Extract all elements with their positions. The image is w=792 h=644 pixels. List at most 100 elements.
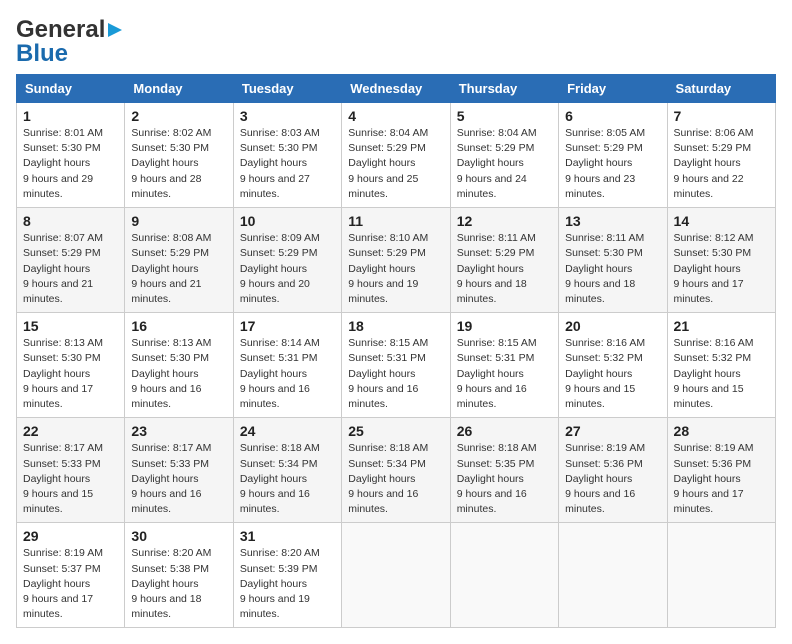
- day-info: Sunrise: 8:04 AMSunset: 5:29 PMDaylight …: [457, 126, 552, 202]
- day-info: Sunrise: 8:20 AMSunset: 5:38 PMDaylight …: [131, 546, 226, 622]
- day-info: Sunrise: 8:19 AMSunset: 5:36 PMDaylight …: [565, 441, 660, 517]
- day-number: 7: [674, 108, 769, 124]
- calendar-cell: 22 Sunrise: 8:17 AMSunset: 5:33 PMDayligh…: [17, 418, 125, 523]
- logo-blue-text: Blue: [16, 40, 68, 68]
- day-info: Sunrise: 8:07 AMSunset: 5:29 PMDaylight …: [23, 231, 118, 307]
- calendar-cell: 15 Sunrise: 8:13 AMSunset: 5:30 PMDayligh…: [17, 313, 125, 418]
- day-info: Sunrise: 8:02 AMSunset: 5:30 PMDaylight …: [131, 126, 226, 202]
- calendar-week-row: 29Sunrise: 8:19 AMSunset: 5:37 PMDayligh…: [17, 523, 776, 628]
- calendar-cell: 1 Sunrise: 8:01 AMSunset: 5:30 PMDaylight…: [17, 103, 125, 208]
- calendar-cell: 23 Sunrise: 8:17 AMSunset: 5:33 PMDayligh…: [125, 418, 233, 523]
- day-number: 31: [240, 528, 335, 544]
- calendar-week-row: 1 Sunrise: 8:01 AMSunset: 5:30 PMDaylight…: [17, 103, 776, 208]
- calendar-week-row: 15 Sunrise: 8:13 AMSunset: 5:30 PMDayligh…: [17, 313, 776, 418]
- calendar-cell: 26 Sunrise: 8:18 AMSunset: 5:35 PMDayligh…: [450, 418, 558, 523]
- weekday-header-monday: Monday: [125, 75, 233, 103]
- calendar-cell: 10Sunrise: 8:09 AMSunset: 5:29 PMDayligh…: [233, 208, 341, 313]
- day-info: Sunrise: 8:11 AMSunset: 5:30 PMDaylight …: [565, 231, 660, 307]
- day-info: Sunrise: 8:17 AMSunset: 5:33 PMDaylight …: [23, 441, 118, 517]
- calendar-cell: 16Sunrise: 8:13 AMSunset: 5:30 PMDayligh…: [125, 313, 233, 418]
- day-number: 18: [348, 318, 443, 334]
- day-number: 2: [131, 108, 226, 124]
- day-info: Sunrise: 8:18 AMSunset: 5:34 PMDaylight …: [348, 441, 443, 517]
- weekday-header-tuesday: Tuesday: [233, 75, 341, 103]
- calendar-cell: 13 Sunrise: 8:11 AMSunset: 5:30 PMDayligh…: [559, 208, 667, 313]
- weekday-header-thursday: Thursday: [450, 75, 558, 103]
- day-info: Sunrise: 8:13 AMSunset: 5:30 PMDaylight …: [131, 336, 226, 412]
- calendar-cell: 6 Sunrise: 8:05 AMSunset: 5:29 PMDaylight…: [559, 103, 667, 208]
- day-number: 22: [23, 423, 118, 439]
- day-number: 28: [674, 423, 769, 439]
- day-number: 26: [457, 423, 552, 439]
- calendar-cell: 30 Sunrise: 8:20 AMSunset: 5:38 PMDayligh…: [125, 523, 233, 628]
- day-number: 25: [348, 423, 443, 439]
- day-number: 13: [565, 213, 660, 229]
- weekday-header-saturday: Saturday: [667, 75, 775, 103]
- day-number: 11: [348, 213, 443, 229]
- day-info: Sunrise: 8:16 AMSunset: 5:32 PMDaylight …: [674, 336, 769, 412]
- calendar-cell: [450, 523, 558, 628]
- day-number: 1: [23, 108, 118, 124]
- day-info: Sunrise: 8:04 AMSunset: 5:29 PMDaylight …: [348, 126, 443, 202]
- calendar-cell: [667, 523, 775, 628]
- day-number: 3: [240, 108, 335, 124]
- day-info: Sunrise: 8:20 AMSunset: 5:39 PMDaylight …: [240, 546, 335, 622]
- calendar-week-row: 8 Sunrise: 8:07 AMSunset: 5:29 PMDaylight…: [17, 208, 776, 313]
- day-number: 30: [131, 528, 226, 544]
- day-number: 19: [457, 318, 552, 334]
- day-info: Sunrise: 8:18 AMSunset: 5:35 PMDaylight …: [457, 441, 552, 517]
- calendar-cell: 29Sunrise: 8:19 AMSunset: 5:37 PMDayligh…: [17, 523, 125, 628]
- calendar-cell: 7 Sunrise: 8:06 AMSunset: 5:29 PMDaylight…: [667, 103, 775, 208]
- day-info: Sunrise: 8:06 AMSunset: 5:29 PMDaylight …: [674, 126, 769, 202]
- calendar-cell: 9Sunrise: 8:08 AMSunset: 5:29 PMDaylight…: [125, 208, 233, 313]
- day-number: 15: [23, 318, 118, 334]
- day-number: 27: [565, 423, 660, 439]
- weekday-header-friday: Friday: [559, 75, 667, 103]
- day-info: Sunrise: 8:14 AMSunset: 5:31 PMDaylight …: [240, 336, 335, 412]
- day-number: 23: [131, 423, 226, 439]
- day-info: Sunrise: 8:05 AMSunset: 5:29 PMDaylight …: [565, 126, 660, 202]
- calendar-header-row: SundayMondayTuesdayWednesdayThursdayFrid…: [17, 75, 776, 103]
- day-info: Sunrise: 8:03 AMSunset: 5:30 PMDaylight …: [240, 126, 335, 202]
- calendar-week-row: 22 Sunrise: 8:17 AMSunset: 5:33 PMDayligh…: [17, 418, 776, 523]
- calendar-cell: 27 Sunrise: 8:19 AMSunset: 5:36 PMDayligh…: [559, 418, 667, 523]
- page-header: General Blue: [16, 16, 776, 68]
- day-info: Sunrise: 8:17 AMSunset: 5:33 PMDaylight …: [131, 441, 226, 517]
- calendar-cell: 17 Sunrise: 8:14 AMSunset: 5:31 PMDayligh…: [233, 313, 341, 418]
- calendar-cell: 28 Sunrise: 8:19 AMSunset: 5:36 PMDayligh…: [667, 418, 775, 523]
- calendar-cell: 8 Sunrise: 8:07 AMSunset: 5:29 PMDaylight…: [17, 208, 125, 313]
- calendar-cell: 12Sunrise: 8:11 AMSunset: 5:29 PMDayligh…: [450, 208, 558, 313]
- calendar-cell: 4Sunrise: 8:04 AMSunset: 5:29 PMDaylight…: [342, 103, 450, 208]
- calendar-table: SundayMondayTuesdayWednesdayThursdayFrid…: [16, 74, 776, 628]
- calendar-cell: 3 Sunrise: 8:03 AMSunset: 5:30 PMDaylight…: [233, 103, 341, 208]
- day-number: 20: [565, 318, 660, 334]
- day-info: Sunrise: 8:15 AMSunset: 5:31 PMDaylight …: [348, 336, 443, 412]
- calendar-cell: [559, 523, 667, 628]
- logo-arrow-icon: [106, 19, 128, 41]
- calendar-cell: 20 Sunrise: 8:16 AMSunset: 5:32 PMDayligh…: [559, 313, 667, 418]
- day-info: Sunrise: 8:12 AMSunset: 5:30 PMDaylight …: [674, 231, 769, 307]
- calendar-cell: 5 Sunrise: 8:04 AMSunset: 5:29 PMDaylight…: [450, 103, 558, 208]
- calendar-cell: 11Sunrise: 8:10 AMSunset: 5:29 PMDayligh…: [342, 208, 450, 313]
- logo: General Blue: [16, 16, 128, 68]
- day-info: Sunrise: 8:18 AMSunset: 5:34 PMDaylight …: [240, 441, 335, 517]
- day-info: Sunrise: 8:15 AMSunset: 5:31 PMDaylight …: [457, 336, 552, 412]
- day-info: Sunrise: 8:08 AMSunset: 5:29 PMDaylight …: [131, 231, 226, 307]
- weekday-header-wednesday: Wednesday: [342, 75, 450, 103]
- day-number: 17: [240, 318, 335, 334]
- day-info: Sunrise: 8:19 AMSunset: 5:37 PMDaylight …: [23, 546, 118, 622]
- day-info: Sunrise: 8:19 AMSunset: 5:36 PMDaylight …: [674, 441, 769, 517]
- day-info: Sunrise: 8:13 AMSunset: 5:30 PMDaylight …: [23, 336, 118, 412]
- day-info: Sunrise: 8:16 AMSunset: 5:32 PMDaylight …: [565, 336, 660, 412]
- calendar-cell: 18 Sunrise: 8:15 AMSunset: 5:31 PMDayligh…: [342, 313, 450, 418]
- day-number: 6: [565, 108, 660, 124]
- day-number: 5: [457, 108, 552, 124]
- day-info: Sunrise: 8:01 AMSunset: 5:30 PMDaylight …: [23, 126, 118, 202]
- calendar-cell: 21Sunrise: 8:16 AMSunset: 5:32 PMDayligh…: [667, 313, 775, 418]
- calendar-cell: 25 Sunrise: 8:18 AMSunset: 5:34 PMDayligh…: [342, 418, 450, 523]
- day-number: 8: [23, 213, 118, 229]
- day-number: 12: [457, 213, 552, 229]
- calendar-cell: 14Sunrise: 8:12 AMSunset: 5:30 PMDayligh…: [667, 208, 775, 313]
- calendar-cell: 24Sunrise: 8:18 AMSunset: 5:34 PMDayligh…: [233, 418, 341, 523]
- calendar-cell: 19 Sunrise: 8:15 AMSunset: 5:31 PMDayligh…: [450, 313, 558, 418]
